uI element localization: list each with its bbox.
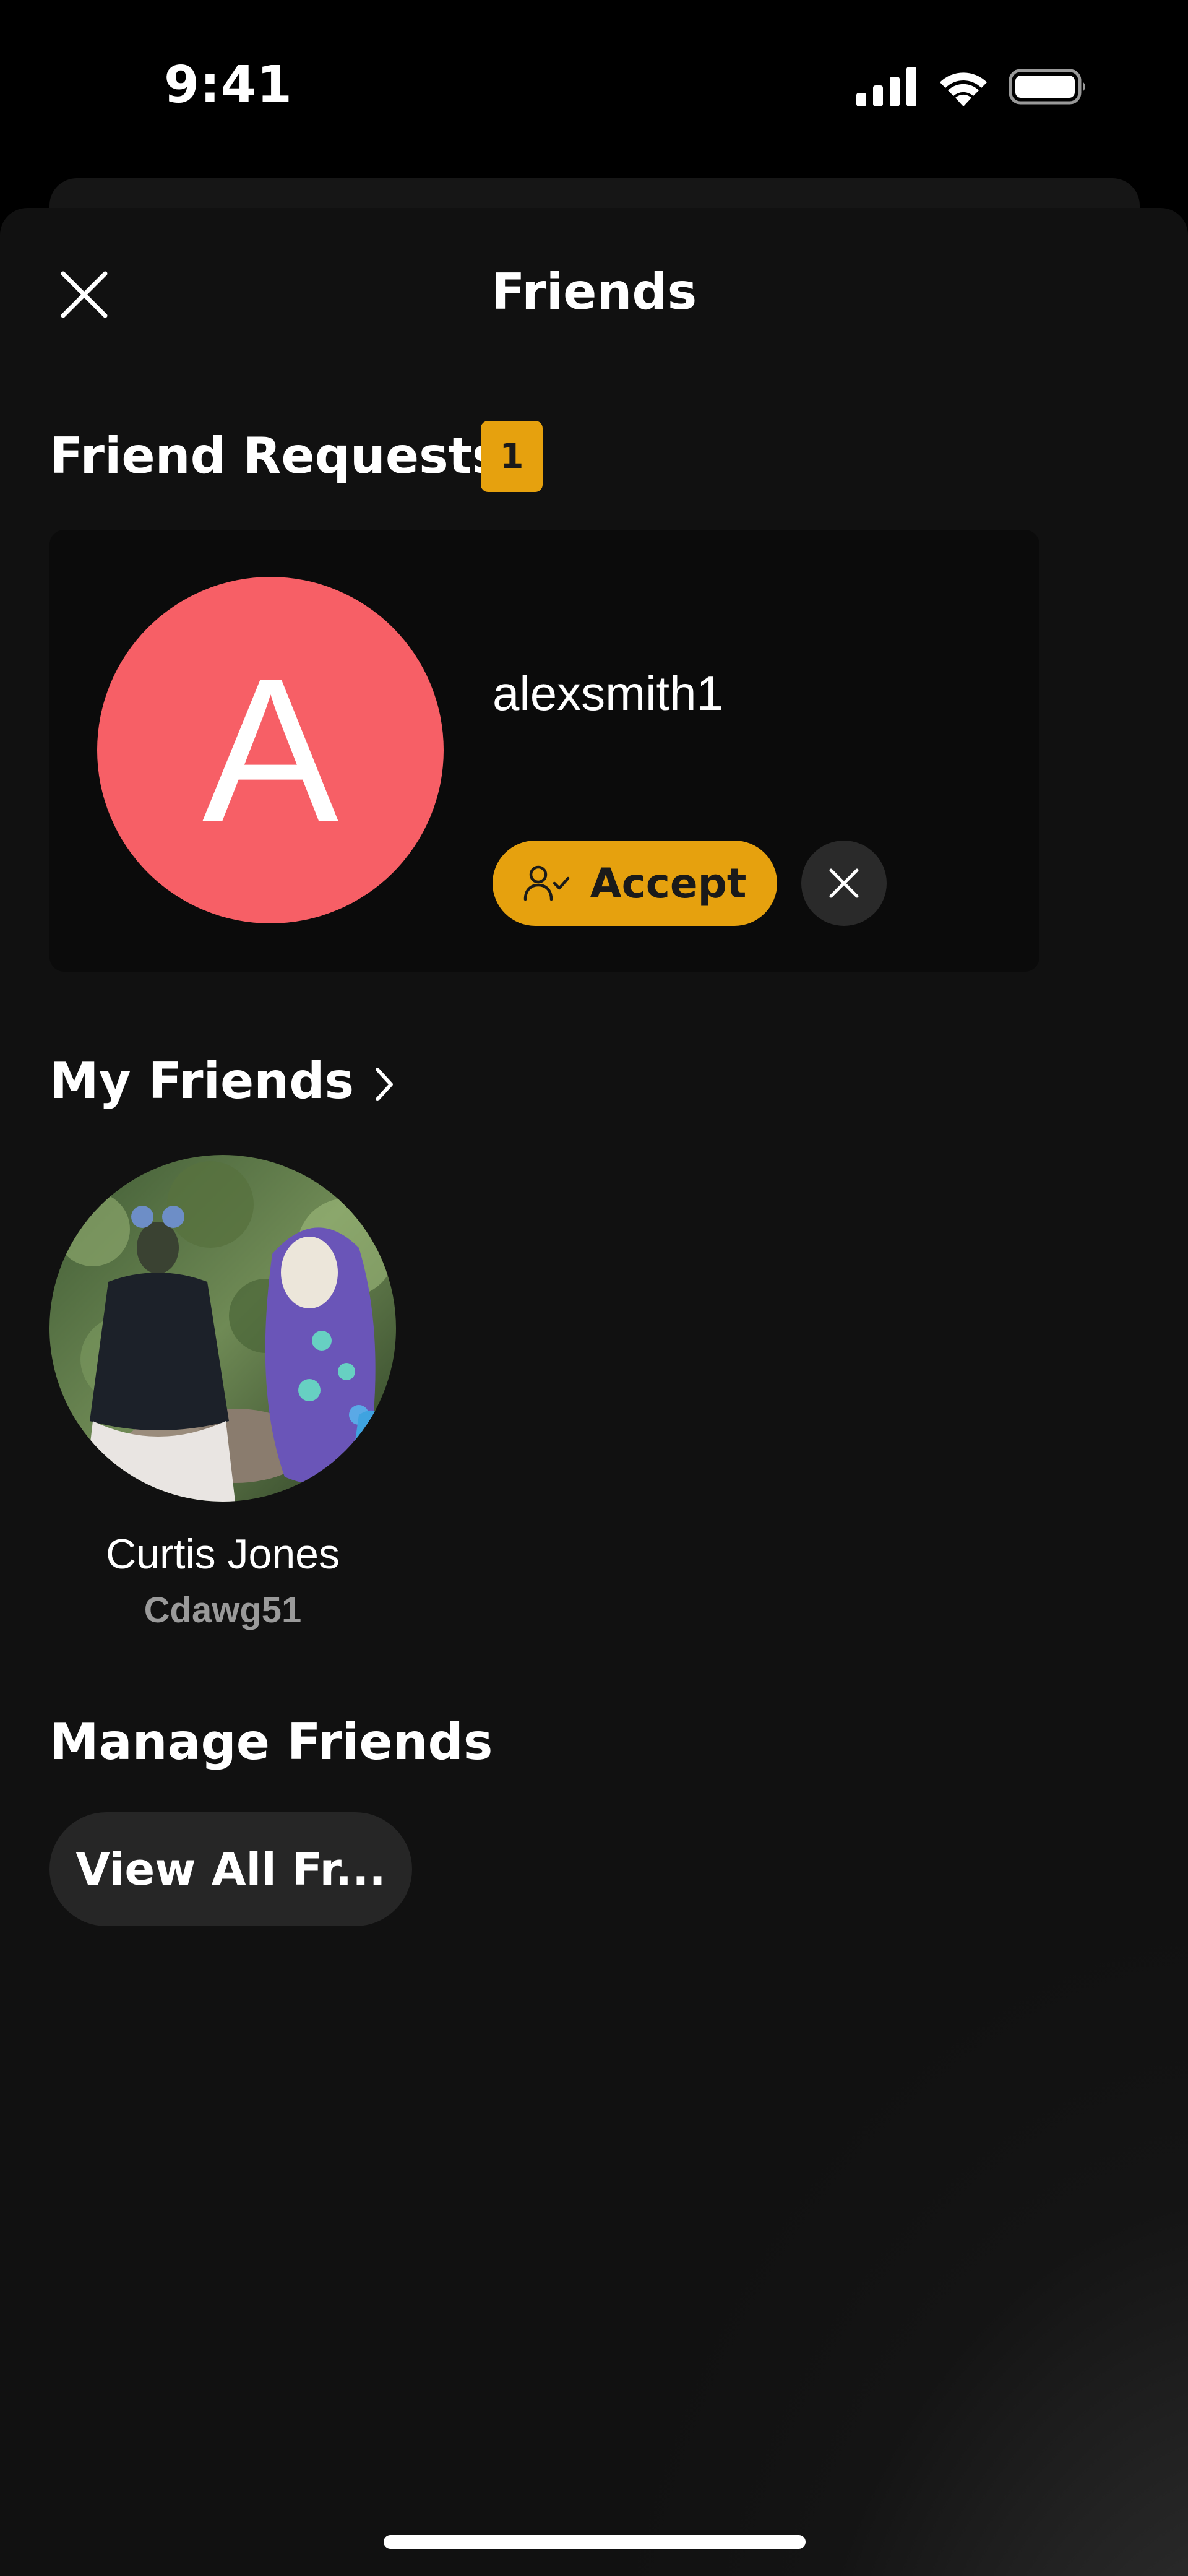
friend-requests-count-badge: 1 xyxy=(481,421,543,492)
friend-requests-title: Friend Requests xyxy=(50,427,502,485)
friend-avatar-photo xyxy=(50,1155,396,1502)
status-time: 9:41 xyxy=(164,56,293,115)
manage-friends-title: Manage Friends xyxy=(50,1713,493,1771)
friend-tile[interactable]: Curtis Jones Cdawg51 xyxy=(37,1155,408,1638)
wifi-icon xyxy=(940,72,987,106)
accept-label: Accept xyxy=(590,859,747,907)
page-title: Friends xyxy=(491,263,697,321)
my-friends-chevron-button[interactable] xyxy=(365,1060,402,1109)
cellular-signal-icon xyxy=(856,67,916,106)
battery-icon xyxy=(1009,69,1085,105)
request-username: alexsmith1 xyxy=(493,666,723,720)
chevron-right-icon xyxy=(376,1068,393,1101)
view-all-friends-button[interactable]: View All Fr... xyxy=(50,1812,412,1926)
friend-handle: Cdawg51 xyxy=(144,1590,302,1630)
home-indicator xyxy=(384,2535,806,2549)
avatar: A xyxy=(97,577,444,923)
user-check-icon xyxy=(523,865,569,901)
status-icons xyxy=(856,67,1089,106)
decline-button[interactable] xyxy=(801,841,887,926)
friend-name: Curtis Jones xyxy=(106,1531,340,1578)
status-bar: 9:41 xyxy=(0,0,1188,173)
close-icon xyxy=(829,868,859,898)
accept-button[interactable]: Accept xyxy=(493,841,777,926)
my-friends-title[interactable]: My Friends xyxy=(50,1052,354,1110)
